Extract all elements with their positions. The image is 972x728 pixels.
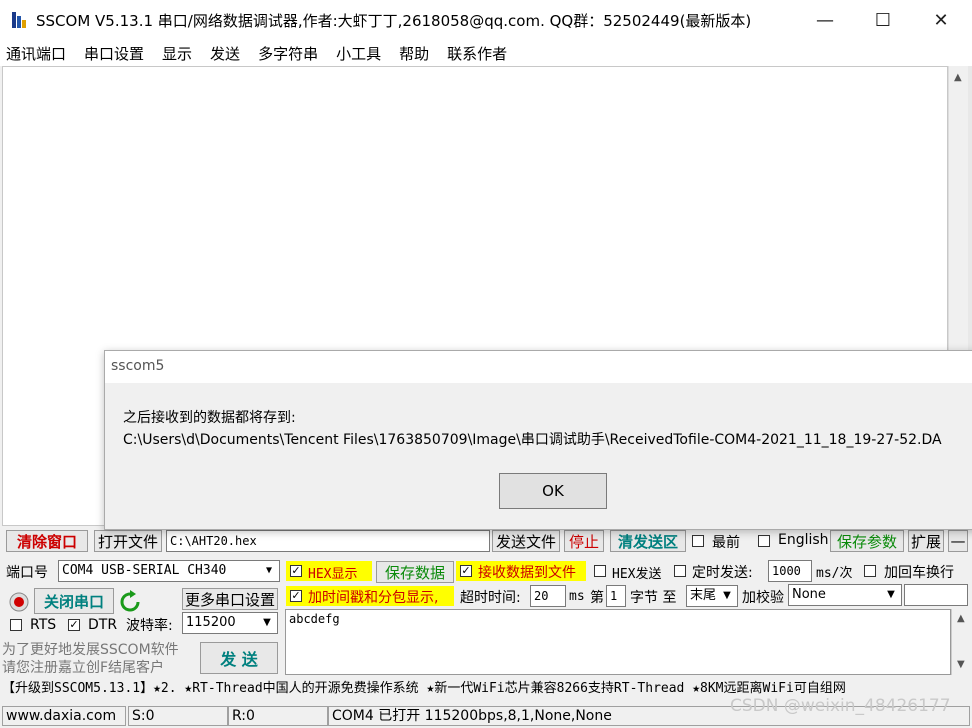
clear-send-area-button[interactable]: 清发送区 (610, 530, 686, 552)
menu-tools[interactable]: 小工具 (336, 43, 381, 64)
menu-display[interactable]: 显示 (162, 43, 192, 64)
add-crlf-label: 加回车换行 (884, 565, 954, 581)
save-path-dialog: sscom5 之后接收到的数据都将存到: C:\Users\d\Document… (104, 350, 972, 530)
english-label: English (778, 532, 829, 548)
scroll-up-icon[interactable]: ▲ (957, 613, 965, 624)
menu-send[interactable]: 发送 (210, 43, 240, 64)
byte-end-select[interactable]: 末尾 ▼ (686, 585, 738, 607)
ok-button[interactable]: OK (499, 473, 607, 509)
chevron-down-icon: ▼ (887, 589, 895, 600)
chevron-down-icon: ▼ (723, 590, 731, 601)
chevron-down-icon: ▼ (263, 617, 271, 628)
rts-label: RTS (30, 617, 57, 633)
timed-send-label: 定时发送: (692, 565, 753, 581)
baud-select[interactable]: 115200 ▼ (182, 612, 278, 634)
menu-serial-settings[interactable]: 串口设置 (84, 43, 144, 64)
topmost-checkbox[interactable] (692, 535, 704, 547)
checksum-label: 加校验 (742, 590, 784, 606)
refresh-icon[interactable] (118, 590, 142, 614)
byte-index-input[interactable]: 1 (606, 585, 626, 607)
open-file-button[interactable]: 打开文件 (94, 530, 162, 552)
checksum-select[interactable]: None ▼ (788, 584, 902, 606)
timeout-unit: ms (569, 589, 585, 604)
hex-display-checkbox[interactable]: ✓ (290, 565, 302, 577)
timeout-input[interactable]: 20 (530, 585, 566, 607)
byte-suffix: 字节 至 (630, 590, 677, 606)
byte-end-value: 末尾 (690, 588, 717, 603)
topmost-label: 最前 (712, 535, 740, 551)
send-button[interactable]: 发 送 (200, 642, 278, 674)
recv-to-file-checkbox[interactable]: ✓ (460, 565, 472, 577)
baud-label: 波特率: (126, 618, 173, 634)
timeout-label: 超时时间: (460, 590, 521, 606)
promo-text-line1: 为了更好地发展SSCOM软件 (2, 642, 179, 658)
clear-window-button[interactable]: 清除窗口 (6, 530, 88, 552)
timestamp-label: 加时间戳和分包显示, (308, 590, 439, 606)
recv-to-file-label: 接收数据到文件 (478, 565, 576, 581)
minimize-button[interactable]: — (796, 0, 854, 40)
port-select[interactable]: COM4 USB-SERIAL CH340 ▼ (58, 560, 280, 582)
expand-button[interactable]: 扩展 (908, 530, 944, 552)
add-crlf-checkbox[interactable] (864, 565, 876, 577)
file-path-input[interactable]: C:\AHT20.hex (166, 530, 490, 552)
dialog-title: sscom5 (111, 358, 165, 374)
timestamp-checkbox[interactable]: ✓ (290, 590, 302, 602)
dialog-file-path: C:\Users\d\Documents\Tencent Files\17638… (123, 432, 942, 448)
menu-help[interactable]: 帮助 (399, 43, 429, 64)
title-bar: SSCOM V5.13.1 串口/网络数据调试器,作者:大虾丁丁,2618058… (0, 0, 972, 40)
scroll-up-icon[interactable]: ▲ (954, 72, 962, 83)
baud-value: 115200 (186, 615, 236, 630)
collapse-button[interactable]: — (948, 530, 968, 552)
dialog-title-bar: sscom5 (105, 351, 972, 383)
dtr-label: DTR (88, 617, 118, 633)
hex-display-label: HEX显示 (308, 567, 358, 582)
port-value: COM4 USB-SERIAL CH340 (62, 563, 227, 578)
hex-send-label: HEX发送 (612, 567, 662, 582)
menu-contact-author[interactable]: 联系作者 (447, 43, 507, 64)
promo-text-line2: 请您注册嘉立创F结尾客户 (2, 660, 165, 676)
interval-unit: ms/次 (816, 566, 853, 581)
menu-bar: 通讯端口 串口设置 显示 发送 多字符串 小工具 帮助 联系作者 (0, 40, 972, 66)
dialog-message: 之后接收到的数据都将存到: (123, 410, 296, 426)
chevron-down-icon: ▼ (265, 565, 273, 576)
status-sent: S:0 (128, 706, 228, 726)
checksum-result-field (904, 584, 968, 606)
save-data-button[interactable]: 保存数据 (376, 561, 454, 583)
dtr-checkbox[interactable]: ✓ (68, 619, 80, 631)
stop-button[interactable]: 停止 (564, 530, 604, 552)
send-file-button[interactable]: 发送文件 (492, 530, 560, 552)
close-port-button[interactable]: 关闭串口 (34, 588, 114, 614)
timed-send-checkbox[interactable] (674, 565, 686, 577)
rts-checkbox[interactable] (10, 619, 22, 631)
save-params-button[interactable]: 保存参数 (830, 530, 904, 552)
menu-multi-string[interactable]: 多字符串 (258, 43, 318, 64)
scroll-down-icon[interactable]: ▼ (957, 659, 965, 670)
status-website[interactable]: www.daxia.com (2, 706, 126, 726)
app-icon (12, 12, 26, 28)
menu-comm-port[interactable]: 通讯端口 (6, 43, 66, 64)
send-text-area[interactable]: abcdefg (285, 609, 951, 675)
watermark: CSDN @weixin_48426177 (730, 696, 951, 716)
interval-input[interactable]: 1000 (768, 560, 812, 582)
hex-send-checkbox[interactable] (594, 565, 606, 577)
send-scrollbar[interactable]: ▲ ▼ (951, 609, 970, 675)
checksum-value: None (792, 587, 826, 602)
more-serial-settings-button[interactable]: 更多串口设置 (182, 588, 278, 610)
close-button[interactable]: ✕ (912, 0, 970, 40)
english-checkbox[interactable] (758, 535, 770, 547)
maximize-button[interactable]: ☐ (854, 0, 912, 40)
window-title: SSCOM V5.13.1 串口/网络数据调试器,作者:大虾丁丁,2618058… (36, 12, 752, 30)
port-label: 端口号 (6, 565, 48, 581)
port-status-icon (9, 592, 29, 612)
status-received: R:0 (228, 706, 328, 726)
byte-prefix: 第 (590, 590, 604, 606)
